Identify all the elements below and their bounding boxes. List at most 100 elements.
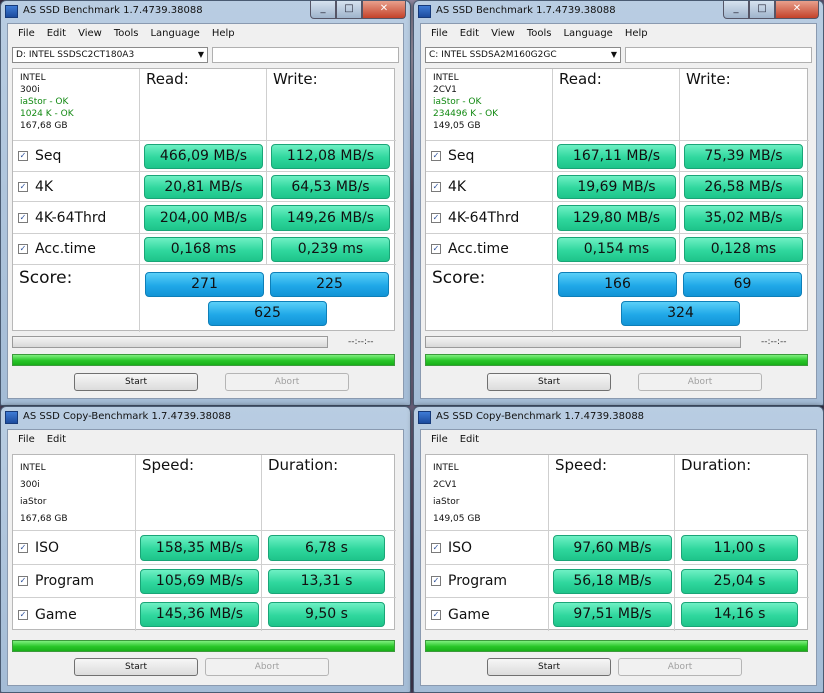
drive-size: 167,68 GB xyxy=(20,121,68,131)
maximize-button[interactable]: □ xyxy=(749,1,775,19)
menu-help[interactable]: Help xyxy=(206,24,241,44)
drive-vendor: INTEL xyxy=(20,73,46,83)
menu-tools[interactable]: Tools xyxy=(108,24,145,44)
window-title: AS SSD Copy-Benchmark 1.7.4739.38088 xyxy=(436,411,645,422)
title-bar[interactable]: AS SSD Copy-Benchmark 1.7.4739.38088 xyxy=(414,407,823,429)
total-progress-fill xyxy=(13,355,394,365)
test-checkbox[interactable]: ✓ xyxy=(431,212,441,223)
start-button[interactable]: Start xyxy=(74,658,198,676)
copy-results-panel: INTEL 2CV1 iaStor 149,05 GB Speed: Durat… xyxy=(425,454,809,631)
drive-select[interactable]: D: INTEL SSDSC2CT180A3 ▼ xyxy=(12,47,208,63)
test-checkbox[interactable]: ✓ xyxy=(18,576,28,586)
minimize-button[interactable]: _ xyxy=(310,1,336,19)
duration-header: Duration: xyxy=(675,455,809,531)
elapsed-time: --:--:-- xyxy=(761,337,787,347)
minimize-button[interactable]: _ xyxy=(723,1,749,19)
test-checkbox[interactable]: ✓ xyxy=(431,576,441,586)
menu-bar: File Edit xyxy=(8,430,403,450)
write-value: 112,08 MB/s xyxy=(271,144,390,169)
drive-size: 149,05 GB xyxy=(433,514,481,524)
duration-value: 11,00 s xyxy=(681,535,798,561)
total-score: 625 xyxy=(208,301,327,326)
test-checkbox[interactable]: ✓ xyxy=(18,151,28,161)
menu-tools[interactable]: Tools xyxy=(521,24,558,44)
test-checkbox[interactable]: ✓ xyxy=(431,244,441,254)
menu-edit[interactable]: Edit xyxy=(454,430,485,450)
drive-info: INTEL 2CV1 iaStor 149,05 GB xyxy=(426,455,549,531)
menu-language[interactable]: Language xyxy=(144,24,205,44)
drive-info: INTEL 300i iaStor - OK 1024 K - OK 167,6… xyxy=(13,69,140,141)
drive-select[interactable]: C: INTEL SSDSA2M160G2GC ▼ xyxy=(425,47,621,63)
write-score: 69 xyxy=(683,272,802,297)
total-progress-fill xyxy=(426,641,807,651)
drive-info-field[interactable] xyxy=(625,47,812,63)
close-button[interactable]: ✕ xyxy=(362,1,406,19)
close-button[interactable]: ✕ xyxy=(775,1,819,19)
menu-view[interactable]: View xyxy=(485,24,521,44)
test-label: ISO xyxy=(35,539,60,556)
read-value: 466,09 MB/s xyxy=(144,144,263,169)
window-client: File Edit INTEL 2CV1 iaStor 149,05 GB Sp… xyxy=(420,429,817,686)
test-checkbox[interactable]: ✓ xyxy=(431,181,441,192)
test-label: Program xyxy=(448,573,508,589)
driver-name: iaStor xyxy=(433,497,460,507)
menu-file[interactable]: File xyxy=(12,24,41,44)
total-progress-fill xyxy=(13,641,394,651)
drive-info: INTEL 300i iaStor 167,68 GB xyxy=(13,455,136,531)
drive-info-field[interactable] xyxy=(212,47,399,63)
menu-help[interactable]: Help xyxy=(619,24,654,44)
total-progress-bar xyxy=(12,354,395,366)
app-icon xyxy=(5,5,18,18)
start-button[interactable]: Start xyxy=(487,373,611,391)
speed-header: Speed: xyxy=(136,455,262,531)
menu-edit[interactable]: Edit xyxy=(41,24,72,44)
title-bar[interactable]: AS SSD Benchmark 1.7.4739.38088 _ □ ✕ xyxy=(414,1,823,23)
driver-name: iaStor xyxy=(20,497,47,507)
score-label-cell: Score: xyxy=(426,265,553,332)
menu-language[interactable]: Language xyxy=(557,24,618,44)
benchmark-window: AS SSD Benchmark 1.7.4739.38088 _ □ ✕ Fi… xyxy=(0,0,411,406)
start-button[interactable]: Start xyxy=(487,658,611,676)
progress-bar xyxy=(12,336,328,348)
score-label: Score: xyxy=(19,268,73,288)
test-checkbox[interactable]: ✓ xyxy=(431,151,441,161)
test-checkbox[interactable]: ✓ xyxy=(18,212,28,223)
read-value: 204,00 MB/s xyxy=(144,205,263,231)
alignment-status: 234496 K - OK xyxy=(433,109,499,119)
total-progress-bar xyxy=(425,354,808,366)
abort-button[interactable]: Abort xyxy=(225,373,349,391)
abort-button[interactable]: Abort xyxy=(638,373,762,391)
menu-edit[interactable]: Edit xyxy=(41,430,72,450)
test-checkbox[interactable]: ✓ xyxy=(18,181,28,192)
test-row-4k-64thrd: ✓ 4K-64Thrd xyxy=(426,202,553,234)
menu-file[interactable]: File xyxy=(12,430,41,450)
start-button[interactable]: Start xyxy=(74,373,198,391)
read-value: 19,69 MB/s xyxy=(557,175,676,199)
test-checkbox[interactable]: ✓ xyxy=(431,609,441,620)
abort-button[interactable]: Abort xyxy=(205,658,329,676)
test-checkbox[interactable]: ✓ xyxy=(18,609,28,620)
read-value: 167,11 MB/s xyxy=(557,144,676,169)
menu-view[interactable]: View xyxy=(72,24,108,44)
test-label: 4K xyxy=(448,178,467,195)
copy-row-program: ✓ Program xyxy=(426,565,549,598)
abort-button[interactable]: Abort xyxy=(618,658,742,676)
write-header: Write: xyxy=(680,69,809,141)
test-checkbox[interactable]: ✓ xyxy=(431,542,441,553)
menu-file[interactable]: File xyxy=(425,24,454,44)
drive-size: 149,05 GB xyxy=(433,121,481,131)
menu-edit[interactable]: Edit xyxy=(454,24,485,44)
maximize-button[interactable]: □ xyxy=(336,1,362,19)
test-checkbox[interactable]: ✓ xyxy=(18,244,28,254)
title-bar[interactable]: AS SSD Benchmark 1.7.4739.38088 _ □ ✕ xyxy=(1,1,410,23)
drive-firmware: 300i xyxy=(20,480,40,490)
test-checkbox[interactable]: ✓ xyxy=(18,542,28,553)
drive-size: 167,68 GB xyxy=(20,514,68,524)
drive-firmware: 300i xyxy=(20,85,40,95)
menu-file[interactable]: File xyxy=(425,430,454,450)
speed-value: 145,36 MB/s xyxy=(140,602,259,627)
read-header: Read: xyxy=(140,69,267,141)
write-header: Write: xyxy=(267,69,396,141)
duration-value: 25,04 s xyxy=(681,569,798,594)
title-bar[interactable]: AS SSD Copy-Benchmark 1.7.4739.38088 xyxy=(1,407,410,429)
